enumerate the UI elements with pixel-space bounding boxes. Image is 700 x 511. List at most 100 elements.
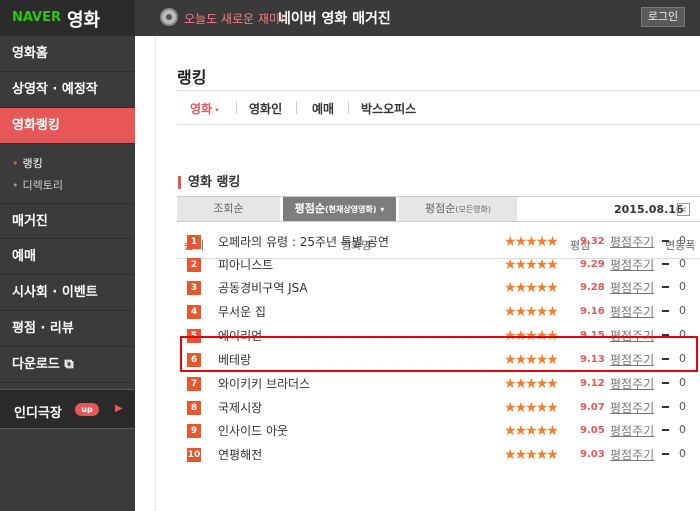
star-icon: ★ bbox=[535, 280, 548, 296]
divider bbox=[296, 101, 297, 114]
divider bbox=[236, 101, 237, 114]
magazine-link[interactable]: 네이버 영화 매거진 bbox=[278, 8, 391, 28]
star-rating: ★★★★★ bbox=[504, 423, 559, 439]
sidebar-item-preview-event[interactable]: 시사회 · 이벤트 bbox=[0, 275, 135, 311]
movie-title-link[interactable]: 오페라의 유령 : 25주년 특별 공연 bbox=[218, 233, 389, 250]
rate-movie-link[interactable]: 평점주기 bbox=[610, 303, 654, 320]
star-icon: ★ bbox=[504, 280, 516, 296]
star-icon: ★ bbox=[546, 280, 558, 296]
star-icon: ★ bbox=[504, 304, 516, 320]
top-bar: NAVER 영화 오늘도 새로운 재미! 네이버 영화 매거진 로그인 bbox=[0, 0, 700, 36]
sidebar-subitem-label: 랭킹 bbox=[22, 157, 43, 170]
sort-tab-rating-current[interactable]: 평점순(현재상영영화) ▾ bbox=[283, 197, 396, 221]
movie-title-link[interactable]: 피아니스트 bbox=[218, 256, 273, 273]
sidebar-subitem-label: 디렉토리 bbox=[22, 179, 63, 192]
rank-change: 0 bbox=[662, 234, 686, 247]
sort-tab-views[interactable]: 조회순 bbox=[177, 197, 280, 221]
indie-theater-banner[interactable]: 인디극장 up ▶ bbox=[0, 389, 135, 429]
table-row: 10 연평해전 ★★★★★ 9.03 평점주기 0 bbox=[177, 443, 700, 467]
movie-title-link[interactable]: 연평해전 bbox=[218, 446, 262, 463]
rank-change: 0 bbox=[662, 304, 686, 317]
star-rating: ★★★★★ bbox=[504, 280, 559, 296]
star-icon: ★ bbox=[535, 304, 548, 320]
rank-change-value: 0 bbox=[679, 376, 686, 389]
section-title: 영화 랭킹 bbox=[178, 176, 240, 189]
rate-movie-link[interactable]: 평점주기 bbox=[610, 422, 654, 439]
rate-movie-link[interactable]: 평점주기 bbox=[610, 256, 654, 273]
star-icon: ★ bbox=[514, 447, 527, 463]
table-row: 7 와이키키 브라더스 ★★★★★ 9.12 평점주기 0 bbox=[177, 372, 700, 396]
sidebar-item-rating-review[interactable]: 평점 · 리뷰 bbox=[0, 311, 135, 347]
sidebar-item-movie-ranking[interactable]: 영화랭킹 bbox=[0, 108, 135, 144]
movie-title-link[interactable]: 공동경비구역 JSA bbox=[218, 279, 308, 296]
star-icon: ★ bbox=[525, 280, 537, 296]
divider bbox=[177, 124, 700, 125]
sidebar-item-download[interactable]: 다운로드 ⧉ bbox=[0, 347, 135, 383]
movie-title-link[interactable]: 인사이드 아웃 bbox=[218, 422, 288, 439]
tab-booking[interactable]: 예매 bbox=[312, 100, 334, 117]
rank-change-value: 0 bbox=[679, 234, 686, 247]
sidebar-subitem-ranking[interactable]: • 랭킹 bbox=[12, 155, 43, 171]
star-icon: ★ bbox=[504, 257, 516, 273]
rank-badge: 1 bbox=[187, 235, 201, 249]
naver-movie-logo[interactable]: NAVER 영화 bbox=[0, 0, 135, 36]
main-content: 랭킹 영화 ▾ 영화인 예매 박스오피스 영화 랭킹 조회순 평점순(현재상영영화… bbox=[155, 36, 700, 511]
table-row: 9 인사이드 아웃 ★★★★★ 9.05 평점주기 0 bbox=[177, 419, 700, 443]
highlight-box bbox=[180, 336, 698, 372]
rate-movie-link[interactable]: 평점주기 bbox=[610, 233, 654, 250]
rate-movie-link[interactable]: 평점주기 bbox=[610, 279, 654, 296]
star-icon: ★ bbox=[525, 400, 537, 416]
sort-tab-rating-all[interactable]: 평점순(모든영화) bbox=[399, 197, 517, 221]
rank-badge: 9 bbox=[187, 424, 201, 438]
movie-title-link[interactable]: 와이키키 브라더스 bbox=[218, 375, 310, 392]
sidebar-item-now-showing[interactable]: 상영작 · 예정작 bbox=[0, 72, 135, 108]
rate-movie-link[interactable]: 평점주기 bbox=[610, 375, 654, 392]
magazine-tagline[interactable]: 오늘도 새로운 재미! bbox=[184, 10, 285, 27]
no-change-icon bbox=[662, 406, 669, 408]
caret-down-icon: ▾ bbox=[215, 105, 219, 114]
rate-movie-link[interactable]: 평점주기 bbox=[610, 399, 654, 416]
rating-score: 9.12 bbox=[580, 378, 605, 389]
tab-movie[interactable]: 영화 ▾ bbox=[190, 100, 219, 117]
sidebar-item-booking[interactable]: 예매 bbox=[0, 239, 135, 275]
indie-theater-label: 인디극장 bbox=[14, 406, 62, 421]
rating-score: 9.05 bbox=[580, 425, 605, 436]
tab-people[interactable]: 영화인 bbox=[249, 100, 282, 117]
rank-change: 0 bbox=[662, 280, 686, 293]
sidebar-item-magazine[interactable]: 매거진 bbox=[0, 203, 135, 239]
movie-title-link[interactable]: 국제시장 bbox=[218, 399, 262, 416]
star-icon: ★ bbox=[535, 447, 548, 463]
rating-score: 9.29 bbox=[580, 259, 605, 270]
star-icon: ★ bbox=[525, 447, 537, 463]
star-icon: ★ bbox=[504, 234, 516, 250]
bullet-icon: • bbox=[12, 179, 19, 192]
up-badge: up bbox=[75, 403, 99, 416]
star-icon: ★ bbox=[514, 400, 527, 416]
star-icon: ★ bbox=[546, 234, 558, 250]
rank-change: 0 bbox=[662, 376, 686, 389]
star-icon: ★ bbox=[525, 423, 537, 439]
rank-change: 0 bbox=[662, 257, 686, 270]
login-button[interactable]: 로그인 bbox=[641, 7, 685, 27]
star-icon: ★ bbox=[525, 257, 537, 273]
bullet-icon: • bbox=[12, 157, 19, 170]
star-icon: ★ bbox=[514, 257, 527, 273]
table-row: 3 공동경비구역 JSA ★★★★★ 9.28 평점주기 0 bbox=[177, 276, 700, 300]
prev-date-button[interactable]: < bbox=[677, 203, 690, 216]
star-icon: ★ bbox=[525, 234, 537, 250]
star-rating: ★★★★★ bbox=[504, 376, 559, 392]
movie-title-link[interactable]: 무서운 집 bbox=[218, 303, 266, 320]
star-icon: ★ bbox=[504, 423, 516, 439]
star-icon: ★ bbox=[546, 304, 558, 320]
star-icon: ★ bbox=[525, 376, 537, 392]
no-change-icon bbox=[662, 429, 669, 431]
star-icon: ★ bbox=[514, 423, 527, 439]
star-icon: ★ bbox=[504, 400, 516, 416]
sidebar: 영화홈 상영작 · 예정작 영화랭킹 • 랭킹 • 디렉토리 매거진 예매 시사회 … bbox=[0, 36, 135, 511]
sidebar-item-home[interactable]: 영화홈 bbox=[0, 36, 135, 72]
rate-movie-link[interactable]: 평점주기 bbox=[610, 446, 654, 463]
star-icon: ★ bbox=[514, 280, 527, 296]
tab-box-office[interactable]: 박스오피스 bbox=[361, 100, 416, 117]
star-icon: ★ bbox=[514, 234, 527, 250]
sidebar-subitem-directory[interactable]: • 디렉토리 bbox=[12, 177, 63, 193]
